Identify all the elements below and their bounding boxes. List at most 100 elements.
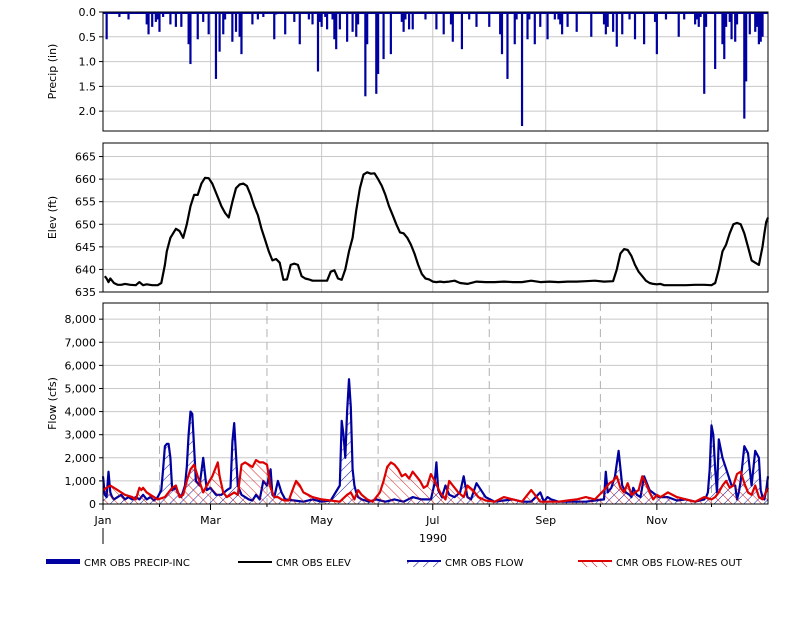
chart-svg: 0.0 0.5 1.0 1.5 2.0 Precip (in) 635 640 645 650 65… bbox=[46, 6, 770, 569]
precip-bar bbox=[366, 12, 369, 45]
precip-bar bbox=[520, 12, 524, 127]
precip-bar bbox=[207, 12, 210, 35]
y-tick-label: 1.5 bbox=[79, 80, 97, 93]
precip-panel: 0.0 0.5 1.0 1.5 2.0 Precip (in) bbox=[46, 6, 769, 132]
legend-label: CMR OBS ELEV bbox=[276, 558, 351, 569]
y-tick-label: 1,000 bbox=[65, 475, 97, 488]
precip-bar bbox=[377, 12, 380, 74]
y-tick-label: 1.0 bbox=[79, 56, 97, 69]
chart-figure: 0.0 0.5 1.0 1.5 2.0 Precip (in) 635 640 645 650 65… bbox=[0, 0, 800, 627]
y-tick-label: 8,000 bbox=[65, 313, 97, 326]
precip-bar bbox=[761, 12, 764, 37]
precip-bar bbox=[745, 12, 748, 82]
legend-item: CMR OBS FLOW-RES OUT bbox=[578, 558, 743, 569]
precip-bar bbox=[724, 12, 728, 27]
y-tick-label: 5,000 bbox=[65, 382, 97, 395]
y-tick-label: 655 bbox=[75, 196, 96, 209]
precip-bar bbox=[546, 12, 549, 40]
y-tick-label: 0 bbox=[89, 498, 96, 511]
precip-bar bbox=[284, 12, 287, 35]
x-tick-label: Jan bbox=[94, 514, 112, 527]
flow-panel: 0 1,000 2,000 3,000 4,000 5,000 6,000 7,000 8,00… bbox=[46, 302, 770, 511]
precip-bar bbox=[231, 12, 234, 42]
precip-bar bbox=[615, 12, 618, 47]
precip-bar bbox=[677, 12, 680, 37]
precip-bar bbox=[590, 12, 593, 37]
precip-bar bbox=[475, 12, 478, 27]
precip-bar bbox=[234, 12, 238, 32]
precip-bar bbox=[566, 12, 569, 27]
y-tick-label: 665 bbox=[75, 151, 96, 164]
y-tick-label: 0.0 bbox=[79, 6, 97, 19]
precip-bar bbox=[621, 12, 624, 35]
legend-label: CMR OBS FLOW bbox=[445, 558, 524, 569]
x-tick-label: Sep bbox=[535, 514, 556, 527]
y-tick-label: 6,000 bbox=[65, 359, 97, 372]
x-tick-label: Jul bbox=[425, 514, 439, 527]
precip-bar bbox=[180, 12, 183, 27]
x-axis: Jan Mar May Jul Sep Nov 1990 bbox=[94, 504, 713, 545]
y-tick-label: 2,000 bbox=[65, 452, 97, 465]
elev-panel: 635 640 645 650 655 660 665 Elev (ft) bbox=[46, 142, 770, 299]
precip-bar bbox=[704, 12, 708, 27]
precip-bar bbox=[561, 12, 564, 35]
precip-bar bbox=[382, 12, 385, 60]
precip-bar bbox=[411, 12, 414, 30]
precip-bar bbox=[730, 12, 733, 40]
precip-bar bbox=[533, 12, 536, 45]
y-tick-label: 2.0 bbox=[79, 105, 97, 118]
legend-label: CMR OBS FLOW-RES OUT bbox=[616, 558, 743, 569]
precip-bar bbox=[612, 12, 615, 32]
precip-bar bbox=[325, 12, 329, 30]
y-axis-title: Elev (ft) bbox=[46, 196, 59, 239]
precip-bar bbox=[714, 12, 717, 70]
precip-bar bbox=[174, 12, 177, 27]
x-axis-title: 1990 bbox=[419, 532, 447, 545]
precip-bar bbox=[506, 12, 509, 79]
precip-bar bbox=[539, 12, 542, 27]
precip-bar bbox=[606, 12, 609, 27]
precip-bar bbox=[158, 12, 161, 32]
y-tick-label: 650 bbox=[75, 218, 96, 231]
chart-legend: CMR OBS PRECIP-INC CMR OBS ELEV CMR OBS FL… bbox=[46, 558, 743, 569]
precip-bar bbox=[435, 12, 438, 30]
precip-bar bbox=[189, 12, 192, 65]
y-axis-title: Precip (in) bbox=[46, 44, 59, 100]
y-tick-label: 7,000 bbox=[65, 336, 97, 349]
precip-bar bbox=[488, 12, 491, 27]
y-tick-label: 645 bbox=[75, 241, 96, 254]
y-tick-label: 0.5 bbox=[79, 31, 97, 44]
legend-swatch bbox=[46, 559, 80, 564]
precip-bar bbox=[389, 12, 392, 55]
precip-bar bbox=[240, 12, 243, 55]
precip-bar bbox=[633, 12, 637, 40]
precip-bar bbox=[214, 12, 218, 79]
y-tick-label: 640 bbox=[75, 263, 96, 276]
precip-bar bbox=[147, 12, 150, 35]
precip-bar bbox=[351, 12, 354, 32]
precip-bar bbox=[335, 12, 338, 50]
x-tick-label: Mar bbox=[200, 514, 221, 527]
precip-bar bbox=[320, 12, 323, 27]
precip-bar bbox=[196, 12, 199, 40]
precip-bar bbox=[500, 12, 504, 55]
precip-bar bbox=[575, 12, 578, 32]
precip-bar bbox=[105, 12, 108, 40]
precip-bar bbox=[748, 12, 751, 35]
legend-item: CMR OBS PRECIP-INC bbox=[46, 558, 190, 569]
precip-bar bbox=[460, 12, 464, 50]
precip-bar bbox=[655, 12, 658, 55]
precip-bar bbox=[218, 12, 221, 52]
precip-bar bbox=[442, 12, 445, 35]
y-tick-label: 4,000 bbox=[65, 406, 97, 419]
y-tick-label: 3,000 bbox=[65, 429, 97, 442]
precip-bar bbox=[643, 12, 646, 45]
legend-label: CMR OBS PRECIP-INC bbox=[84, 558, 190, 569]
precip-bar bbox=[298, 12, 301, 45]
precip-bar bbox=[151, 12, 154, 27]
x-tick-label: Nov bbox=[646, 514, 668, 527]
y-tick-label: 635 bbox=[75, 286, 96, 299]
y-axis-title: Flow (cfs) bbox=[46, 377, 59, 430]
precip-bar bbox=[338, 12, 341, 30]
x-tick-label: May bbox=[310, 514, 333, 527]
